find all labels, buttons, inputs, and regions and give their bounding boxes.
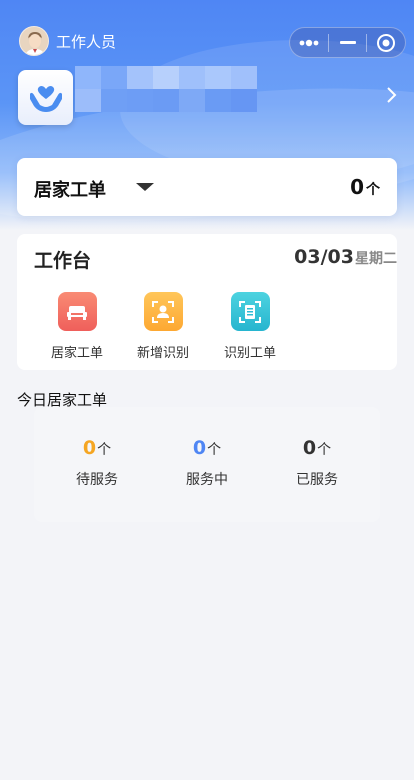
avatar[interactable] [19, 26, 49, 56]
order-card-title: 居家工单 [34, 180, 106, 201]
tool-label: 居家工单 [50, 346, 103, 361]
stat-served[interactable]: 0个 已服务 [267, 437, 367, 489]
weekday-label: 星期二 [355, 251, 397, 267]
stat-unit: 个 [317, 442, 332, 458]
stat-label: 服务中 [186, 472, 228, 488]
bed-icon [57, 292, 97, 331]
minimize-button[interactable] [329, 28, 367, 57]
hands-heart-icon [29, 85, 62, 112]
stat-pending[interactable]: 0个 待服务 [47, 437, 147, 489]
tool-recognition-order[interactable]: 识别工单 [212, 292, 288, 361]
workbench-card: 工作台 03/03星期二 居家工单 新增识别 识别工单 [17, 234, 397, 370]
more-button[interactable] [290, 28, 328, 57]
user-role-label: 工作人员 [56, 33, 117, 51]
today-stats-panel: 0个 待服务 0个 服务中 0个 已服务 [34, 407, 380, 522]
close-circle-icon [377, 33, 396, 52]
face-scan-icon [143, 292, 183, 331]
close-button[interactable] [367, 28, 405, 57]
caret-down-icon[interactable] [136, 183, 154, 191]
org-name-obscured [75, 66, 257, 112]
home-order-card[interactable]: 居家工单 0个 [17, 158, 397, 216]
org-logo [18, 70, 73, 125]
workbench-date: 03/03星期二 [294, 246, 397, 268]
order-count: 0个 [350, 175, 380, 199]
miniprogram-capsule [289, 27, 406, 58]
tool-label: 识别工单 [223, 346, 276, 361]
stat-unit: 个 [97, 442, 112, 458]
date-value: 03/03 [294, 246, 354, 268]
more-dots-icon [299, 39, 319, 46]
tool-label: 新增识别 [136, 346, 189, 361]
tool-home-order[interactable]: 居家工单 [39, 292, 115, 361]
stat-unit: 个 [207, 442, 222, 458]
workbench-title: 工作台 [34, 250, 92, 272]
minimize-icon [339, 40, 356, 44]
stat-label: 待服务 [76, 472, 118, 488]
stat-value: 0 [82, 437, 97, 459]
tool-new-recognition[interactable]: 新增识别 [125, 292, 201, 361]
chevron-right-icon[interactable] [384, 86, 398, 104]
doc-scan-icon [230, 292, 270, 331]
order-count-value: 0 [350, 175, 364, 199]
stat-in-service[interactable]: 0个 服务中 [157, 437, 257, 489]
stat-label: 已服务 [296, 472, 338, 488]
order-count-unit: 个 [366, 182, 380, 198]
stat-value: 0 [192, 437, 207, 459]
stat-value: 0 [302, 437, 317, 459]
